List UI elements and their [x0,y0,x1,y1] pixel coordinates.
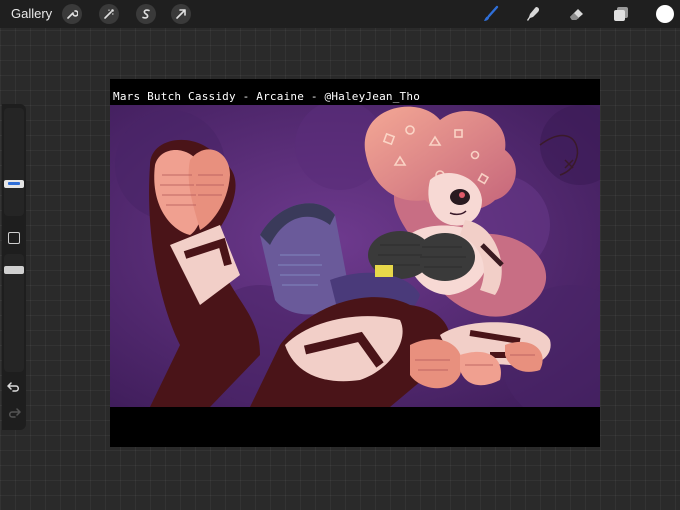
smudge-icon[interactable] [523,4,545,24]
brush-size-slider[interactable] [4,108,24,216]
brush-size-indicator [8,182,20,185]
eraser-icon[interactable] [566,4,588,24]
layers-icon[interactable] [610,4,632,24]
color-picker-button[interactable] [656,5,674,23]
artwork-illustration [110,105,600,407]
transform-arrow-icon[interactable] [171,4,191,24]
gallery-button[interactable]: Gallery [11,6,52,21]
opacity-handle[interactable] [4,266,24,274]
brush-icon[interactable] [480,4,502,24]
drawing-canvas[interactable]: Mars Butch Cassidy - Arcaine - @HaleyJea… [110,79,600,447]
left-sidebar [2,104,26,430]
selection-s-icon[interactable] [136,4,156,24]
canvas-caption-text: Mars Butch Cassidy - Arcaine - @HaleyJea… [113,90,421,103]
top-toolbar: Gallery [0,0,680,28]
wrench-icon[interactable] [62,4,82,24]
eyedropper-square-button[interactable] [8,232,20,244]
magic-wand-icon[interactable] [99,4,119,24]
redo-icon[interactable] [7,406,21,420]
undo-icon[interactable] [7,380,21,394]
